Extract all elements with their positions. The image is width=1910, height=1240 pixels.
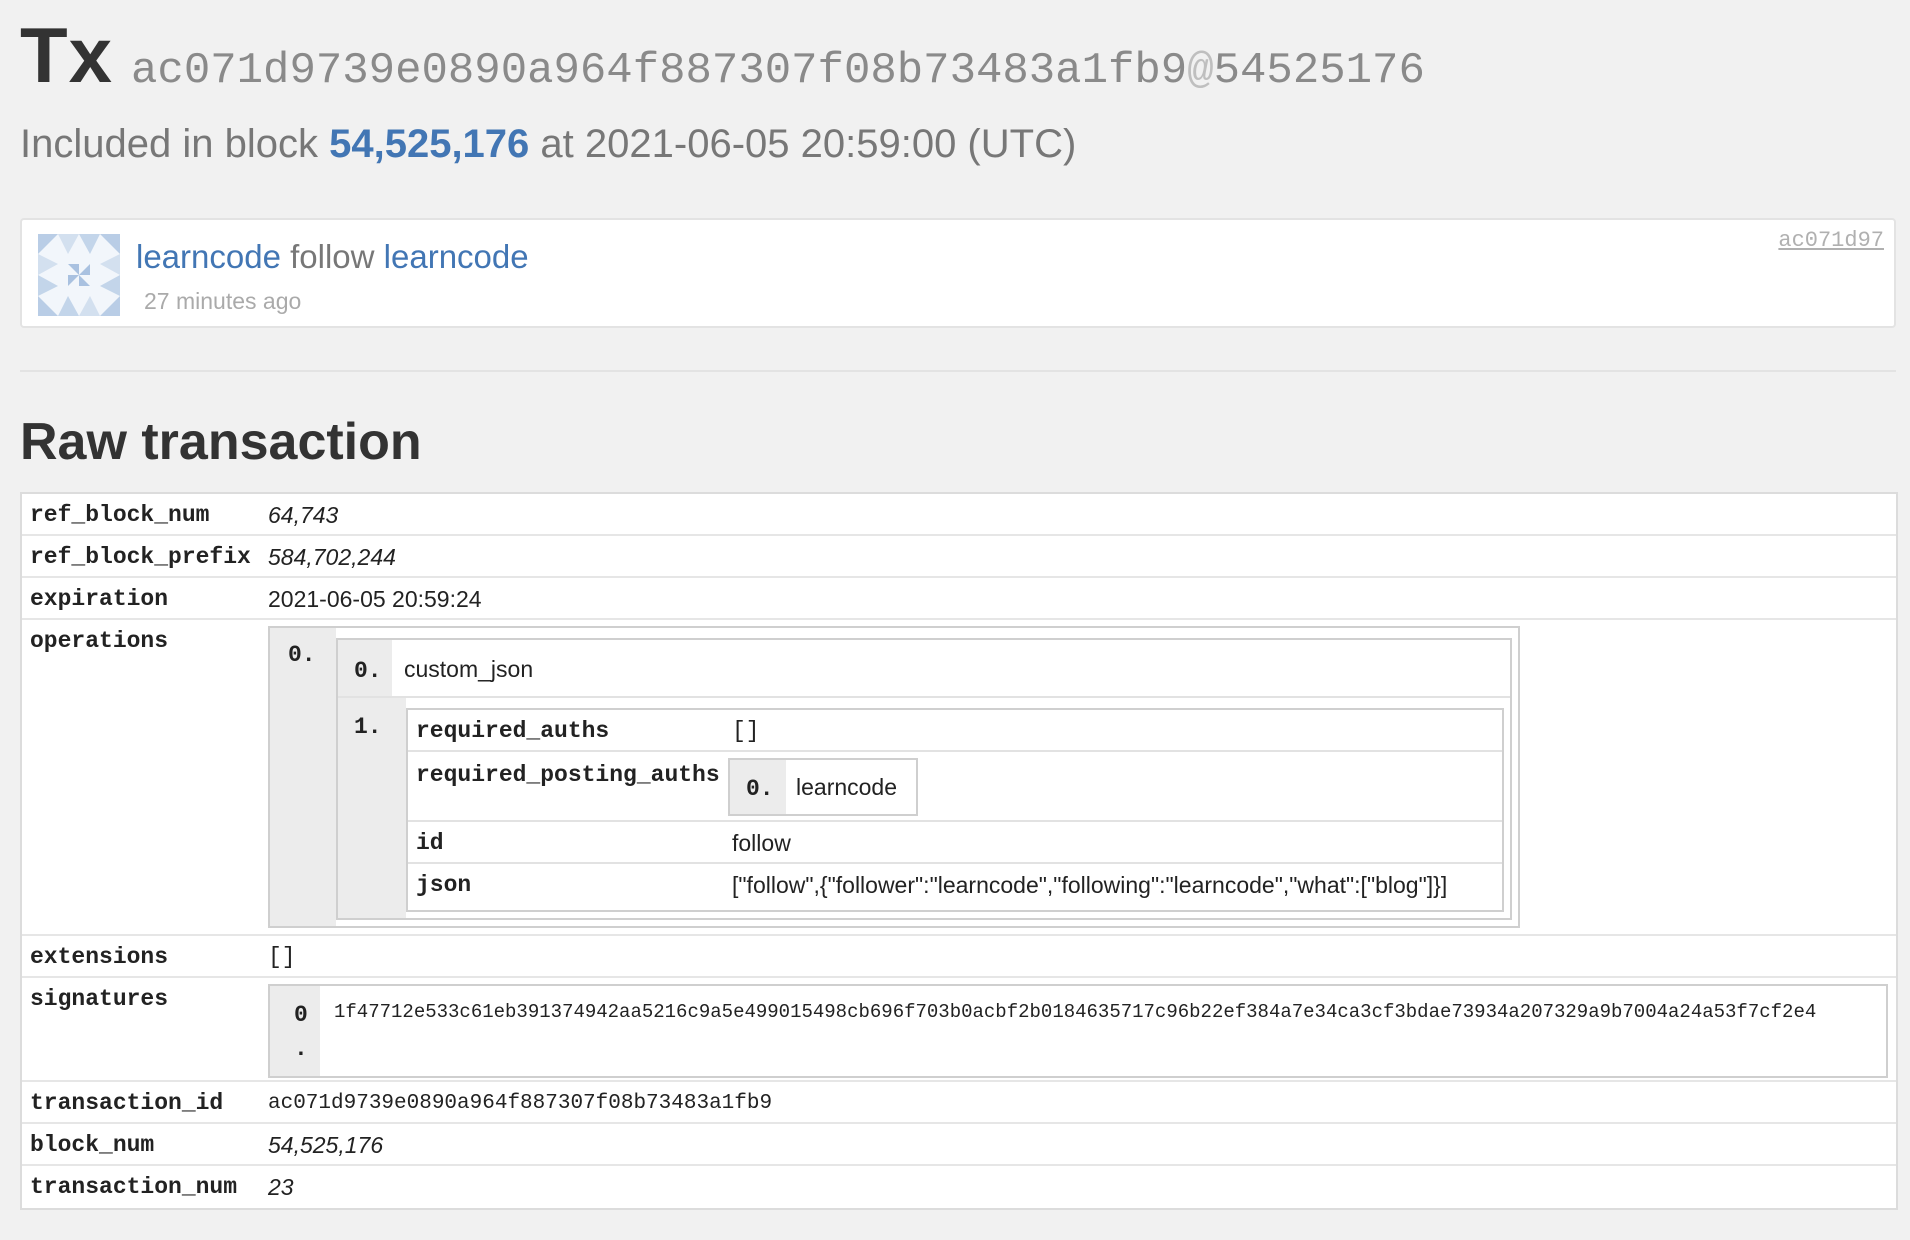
row-value: 23 xyxy=(268,1174,294,1200)
row-key: ref_block_num xyxy=(30,502,210,528)
raw-transaction-table: ref_block_num 64,743 ref_block_prefix 58… xyxy=(20,492,1898,1210)
field-row-json: json ["follow",{"follower":"learncode","… xyxy=(408,864,1502,910)
field-value: [] xyxy=(732,718,760,744)
included-prefix: Included in block xyxy=(20,122,318,166)
signature-index-dot: . xyxy=(294,1036,308,1062)
field-key: required_posting_auths xyxy=(416,762,720,788)
table-row-transaction-num: transaction_num 23 xyxy=(22,1166,1896,1208)
operation-card: learncode follow learncode 27 minutes ag… xyxy=(20,218,1896,328)
row-value: ac071d9739e0890a964f887307f08b73483a1fb9 xyxy=(268,1092,773,1115)
signature-value: 1f47712e533c61eb391374942aa5216c9a5e4990… xyxy=(334,1001,1817,1023)
actor-link[interactable]: learncode xyxy=(136,238,281,275)
table-row-signatures: signatures 0 . 1f47712e533c61eb391374942… xyxy=(22,978,1896,1082)
target-link[interactable]: learncode xyxy=(384,238,529,275)
operation-body-table: required_auths [] required_posting_auths… xyxy=(406,708,1504,912)
row-value: 2021-06-05 20:59:24 xyxy=(268,586,482,612)
row-key: block_num xyxy=(30,1132,155,1158)
row-value: 64,743 xyxy=(268,502,339,528)
field-key: json xyxy=(416,872,472,898)
table-row-ref-block-num: ref_block_num 64,743 xyxy=(22,494,1896,536)
signature-index: 0 xyxy=(294,1002,308,1028)
field-row-required-posting-auths: required_posting_auths 0. learncode xyxy=(408,752,1502,822)
row-key: extensions xyxy=(30,944,169,970)
operation-verb: follow xyxy=(290,238,375,275)
tx-label: Tx xyxy=(20,11,114,99)
table-row-block-num: block_num 54,525,176 xyxy=(22,1124,1896,1166)
type-index: 0. xyxy=(354,658,382,684)
posting-auth-account: learncode xyxy=(796,774,898,800)
block-link[interactable]: 54,525,176 xyxy=(329,122,529,166)
field-key: id xyxy=(416,830,444,856)
operations-list: 0. 0. custom_json 1. required_auths [] r… xyxy=(268,626,1520,928)
field-key: required_auths xyxy=(416,718,610,744)
tx-hash: ac071d9739e0890a964f887307f08b73483a1fb9 xyxy=(131,46,1188,96)
signatures-list: 0 . 1f47712e533c61eb391374942aa5216c9a5e… xyxy=(268,984,1888,1078)
operation-short-hash[interactable]: ac071d97 xyxy=(1778,228,1884,253)
table-row-expiration: expiration 2021-06-05 20:59:24 xyxy=(22,578,1896,620)
row-key: transaction_id xyxy=(30,1090,224,1116)
row-key: transaction_num xyxy=(30,1174,238,1200)
posting-auth-index: 0. xyxy=(746,776,774,802)
table-row-transaction-id: transaction_id ac071d9739e0890a964f88730… xyxy=(22,1082,1896,1124)
operation-item: 0. custom_json 1. required_auths [] requ… xyxy=(336,638,1512,920)
table-row-ref-block-prefix: ref_block_prefix 584,702,244 xyxy=(22,536,1896,578)
operation-time: 27 minutes ago xyxy=(144,288,302,314)
field-value: follow xyxy=(732,830,791,856)
row-key: ref_block_prefix xyxy=(30,544,251,570)
field-row-required-auths: required_auths [] xyxy=(408,710,1502,752)
page-title: Tx ac071d9739e0890a964f887307f08b73483a1f… xyxy=(20,10,1425,99)
operation-type: custom_json xyxy=(404,656,534,682)
posting-auths-list: 0. learncode xyxy=(728,758,918,816)
divider xyxy=(20,370,1896,372)
row-key: operations xyxy=(30,628,169,654)
tx-block-ref: 54525176 xyxy=(1213,46,1425,96)
at-sign: @ xyxy=(1187,46,1214,96)
row-key: expiration xyxy=(30,586,169,612)
operation-index: 0. xyxy=(288,642,316,668)
table-row-operations: operations 0. 0. custom_json 1. required… xyxy=(22,620,1896,936)
field-value: ["follow",{"follower":"learncode","follo… xyxy=(732,872,1448,898)
table-row-extensions: extensions [] xyxy=(22,936,1896,978)
row-value: [] xyxy=(268,944,296,970)
raw-transaction-title: Raw transaction xyxy=(20,413,422,471)
field-row-id: id follow xyxy=(408,822,1502,864)
identicon-avatar-icon[interactable] xyxy=(38,234,120,316)
row-value: 584,702,244 xyxy=(268,544,396,570)
body-index: 1. xyxy=(354,714,382,740)
row-key: signatures xyxy=(30,986,169,1012)
operation-type-row: 0. custom_json xyxy=(338,640,1510,698)
included-suffix: at 2021-06-05 20:59:00 (UTC) xyxy=(540,122,1077,166)
row-value: 54,525,176 xyxy=(268,1132,384,1158)
operation-summary: learncode follow learncode xyxy=(136,238,529,276)
included-in-block: Included in block 54,525,176 at 2021-06-… xyxy=(20,122,1076,167)
